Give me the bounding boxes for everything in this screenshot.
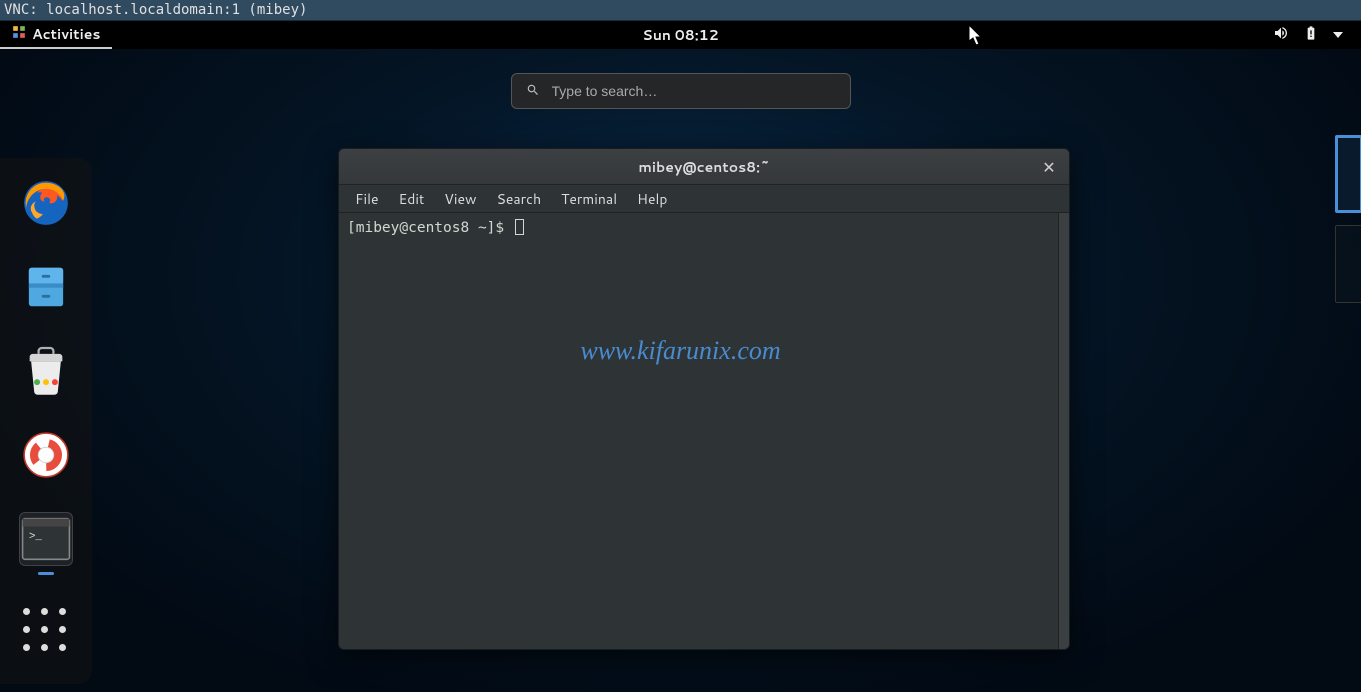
activities-button[interactable]: Activities	[0, 21, 112, 49]
vnc-title-text: VNC: localhost.localdomain:1 (mibey)	[4, 2, 307, 18]
search-bar[interactable]	[511, 73, 851, 109]
files-icon[interactable]	[19, 260, 73, 314]
close-icon: ✕	[1042, 156, 1055, 179]
firefox-icon[interactable]	[19, 176, 73, 230]
close-button[interactable]: ✕	[1039, 157, 1059, 177]
terminal-window[interactable]: mibey@centos8:~ ✕ File Edit View Search …	[338, 148, 1070, 650]
activities-label: Activities	[32, 24, 100, 44]
menu-view[interactable]: View	[436, 187, 484, 211]
terminal-prompt: [mibey@centos8 ~]$	[347, 220, 513, 236]
help-icon[interactable]	[19, 428, 73, 482]
workspace-thumb-1[interactable]	[1335, 135, 1361, 213]
volume-icon	[1273, 25, 1289, 46]
terminal-content: [mibey@centos8 ~]$	[347, 219, 1061, 238]
menu-search[interactable]: Search	[489, 187, 550, 211]
terminal-cursor	[515, 219, 524, 235]
power-icon	[1303, 25, 1319, 46]
activities-icon	[12, 24, 26, 44]
vnc-title-bar: VNC: localhost.localdomain:1 (mibey)	[0, 0, 1361, 21]
search-icon	[526, 80, 540, 103]
workspace-thumb-2[interactable]	[1335, 225, 1361, 303]
terminal-titlebar[interactable]: mibey@centos8:~ ✕	[339, 149, 1069, 185]
terminal-icon[interactable]: >_	[19, 512, 73, 566]
dash-dock: >_	[0, 158, 92, 684]
menu-edit[interactable]: Edit	[391, 187, 433, 211]
workspace-switcher[interactable]	[1335, 135, 1361, 303]
menu-terminal[interactable]: Terminal	[553, 187, 625, 211]
top-panel: Activities Sun 08:12	[0, 21, 1361, 49]
menu-file[interactable]: File	[347, 187, 387, 211]
software-icon[interactable]	[19, 344, 73, 398]
panel-clock[interactable]: Sun 08:12	[642, 25, 718, 45]
terminal-title-text: mibey@centos8:~	[638, 157, 769, 177]
search-input[interactable]	[552, 83, 836, 99]
terminal-scrollbar[interactable]	[1058, 213, 1069, 649]
svg-text:>_: >_	[29, 531, 43, 543]
system-tray[interactable]	[1273, 25, 1361, 46]
menu-help[interactable]: Help	[629, 187, 675, 211]
terminal-menubar: File Edit View Search Terminal Help	[339, 185, 1069, 213]
terminal-body[interactable]: [mibey@centos8 ~]$	[339, 213, 1069, 649]
chevron-down-icon	[1333, 32, 1343, 38]
mouse-cursor	[969, 25, 985, 53]
show-applications-icon[interactable]	[23, 608, 69, 654]
